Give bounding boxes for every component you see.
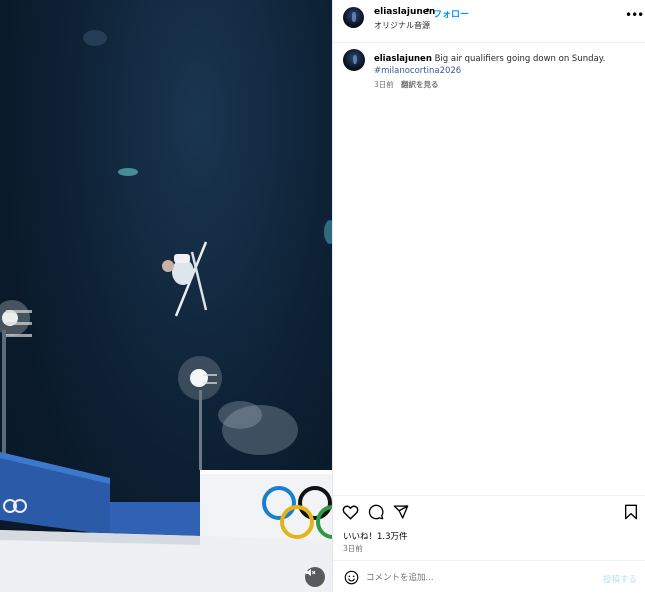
caption-avatar[interactable] [343, 49, 365, 71]
comment-button[interactable] [368, 504, 384, 524]
save-button[interactable] [624, 504, 638, 524]
translate-button[interactable]: 翻訳を見る [401, 79, 439, 90]
post-date: 3日前 [343, 544, 363, 553]
video-frame [0, 30, 332, 592]
share-button[interactable] [393, 504, 409, 524]
audio-label[interactable]: オリジナル音源 [374, 20, 430, 31]
emoji-button[interactable] [344, 570, 359, 589]
caption-time: 3日前 [374, 80, 394, 89]
post-comment-button[interactable]: 投稿する [603, 573, 637, 585]
bookmark-icon [625, 504, 637, 520]
more-icon[interactable]: ••• [625, 9, 644, 21]
share-icon [393, 505, 409, 519]
like-button[interactable] [342, 504, 359, 524]
skier [162, 241, 208, 317]
comment-input[interactable] [366, 571, 596, 585]
post-header: eliaslajunen • フォロー オリジナル音源 ••• [333, 0, 645, 43]
avatar[interactable] [343, 7, 364, 28]
likes-count[interactable]: いいね！1.3万件 [343, 530, 408, 542]
mute-button[interactable] [305, 567, 325, 587]
caption-body: Big air qualifiers going down on Sunday. [434, 54, 606, 64]
caption-username[interactable]: eliaslajunen [374, 54, 432, 64]
caption-text: eliaslajunen Big air qualifiers going do… [374, 53, 634, 77]
post-video[interactable] [0, 0, 332, 592]
hashtag-link[interactable]: #milanocortina2026 [374, 66, 461, 76]
heart-icon [342, 505, 359, 520]
emoji-icon [344, 570, 359, 585]
comment-icon [368, 504, 384, 520]
instagram-post: eliaslajunen • フォロー オリジナル音源 ••• eliaslaj… [0, 0, 645, 592]
follow-button[interactable]: フォロー [433, 7, 469, 20]
mute-icon [305, 568, 316, 577]
separator-dot: • [425, 6, 431, 16]
post-side-panel: eliaslajunen • フォロー オリジナル音源 ••• eliaslaj… [332, 0, 645, 592]
